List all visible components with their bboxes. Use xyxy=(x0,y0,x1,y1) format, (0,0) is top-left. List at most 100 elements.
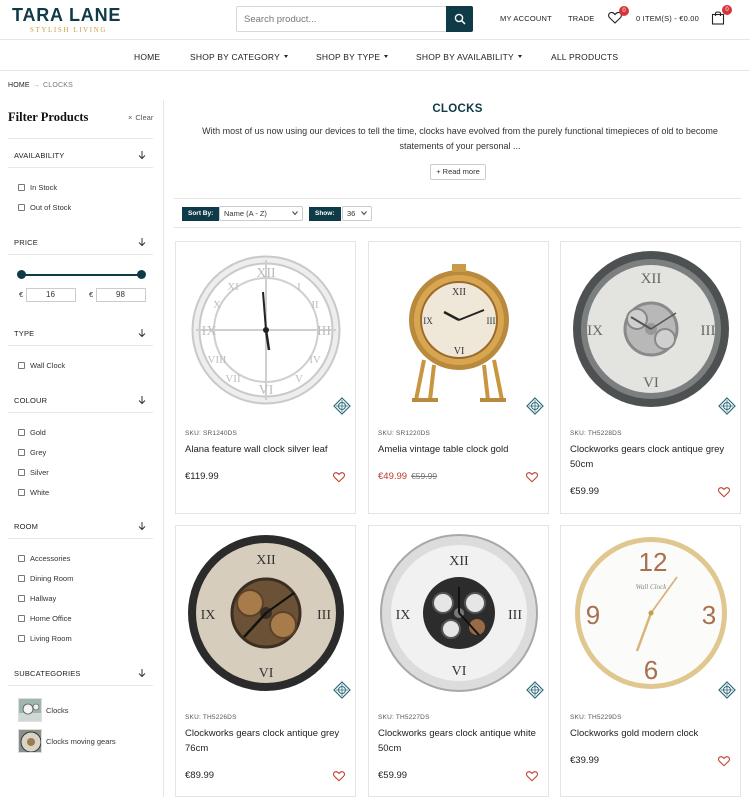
wishlist-heart-icon[interactable] xyxy=(718,486,730,498)
sort-select[interactable]: Name (A - Z) xyxy=(219,206,303,221)
filter-option-in-stock[interactable]: In Stock xyxy=(18,183,57,192)
checkbox[interactable] xyxy=(18,469,25,476)
option-label: Home Office xyxy=(30,614,72,623)
checkbox[interactable] xyxy=(18,449,25,456)
product-card[interactable]: XII III VI IX I II IV V VII VIII X XI SK… xyxy=(175,241,356,514)
product-image[interactable]: XII III VI IX I II IV V VII VIII X XI xyxy=(176,242,355,417)
product-image[interactable]: XII III VI IX xyxy=(369,526,548,701)
svg-text:VI: VI xyxy=(643,375,659,391)
svg-text:II: II xyxy=(311,299,319,311)
snowflake-badge-icon xyxy=(718,681,736,699)
currency-symbol: € xyxy=(89,290,94,299)
product-sku: SKU: TH5227DS xyxy=(378,714,430,721)
wishlist-heart-icon[interactable] xyxy=(718,755,730,767)
filter-option-accessories[interactable]: Accessories xyxy=(18,554,70,563)
filter-option-living-room[interactable]: Living Room xyxy=(18,634,72,643)
product-image[interactable]: 12 3 6 9 Wall Clock xyxy=(561,526,740,701)
filter-option-home-office[interactable]: Home Office xyxy=(18,614,72,623)
wishlist-heart-icon[interactable] xyxy=(333,471,345,483)
nav-shop-by-availability[interactable]: SHOP BY AVAILABILITY xyxy=(416,52,522,62)
price-heading[interactable]: PRICE xyxy=(14,238,38,247)
nav-home[interactable]: HOME xyxy=(134,52,160,62)
product-card[interactable]: 12 3 6 9 Wall Clock SKU: TH5229DS Clockw… xyxy=(560,525,741,797)
subcategory-clocks[interactable]: Clocks xyxy=(46,706,69,715)
wishlist-heart-icon[interactable] xyxy=(526,471,538,483)
product-name[interactable]: Alana feature wall clock silver leaf xyxy=(185,442,345,457)
arrow-down-icon[interactable] xyxy=(137,521,147,531)
product-image[interactable]: XII III VI IX xyxy=(561,242,740,417)
nav-all-products[interactable]: ALL PRODUCTS xyxy=(551,52,618,62)
product-card[interactable]: XII III VI IX SKU: TH5228DS Clockworks g… xyxy=(560,241,741,514)
product-name[interactable]: Clockworks gears clock antique grey 50cm xyxy=(570,442,730,472)
arrow-down-icon[interactable] xyxy=(137,150,147,160)
nav-shop-by-type[interactable]: SHOP BY TYPE xyxy=(316,52,389,62)
product-name[interactable]: Amelia vintage table clock gold xyxy=(378,442,538,457)
availability-heading[interactable]: AVAILABILITY xyxy=(14,151,64,160)
price-slider-max-handle[interactable] xyxy=(137,270,146,279)
subcategory-thumbnail[interactable] xyxy=(18,729,42,753)
search-input[interactable] xyxy=(237,7,445,31)
chevron-down-icon xyxy=(361,211,367,216)
search-button[interactable] xyxy=(446,6,473,32)
colour-heading[interactable]: COLOUR xyxy=(14,396,47,405)
nav-shop-by-category-label: SHOP BY CATEGORY xyxy=(190,52,280,62)
snowflake-badge-icon xyxy=(333,681,351,699)
product-image[interactable]: XII III VI IX xyxy=(176,526,355,701)
product-card[interactable]: XII III VI IX SKU: TH5226DS Clockworks g… xyxy=(175,525,356,797)
price-slider-track[interactable] xyxy=(21,274,142,276)
subcategories-heading[interactable]: SUBCATEGORIES xyxy=(14,669,81,678)
product-name[interactable]: Clockworks gold modern clock xyxy=(570,726,730,741)
trade-link[interactable]: TRADE xyxy=(568,14,594,23)
breadcrumb-home[interactable]: HOME xyxy=(8,82,30,89)
product-price: €59.99 xyxy=(378,770,407,781)
my-account-link[interactable]: MY ACCOUNT xyxy=(500,14,552,23)
checkbox[interactable] xyxy=(18,429,25,436)
nav-shop-by-category[interactable]: SHOP BY CATEGORY xyxy=(190,52,288,62)
show-value: 36 xyxy=(347,209,356,218)
show-select[interactable]: 36 xyxy=(342,206,372,221)
cart-summary[interactable]: 0 ITEM(S) - €0.00 xyxy=(636,14,699,23)
product-image[interactable]: XII III VI IX xyxy=(369,242,548,417)
product-card[interactable]: XII III VI IX SKU: TH5227DS Clockworks g… xyxy=(368,525,549,797)
svg-text:V: V xyxy=(295,373,303,385)
checkbox[interactable] xyxy=(18,489,25,496)
checkbox[interactable] xyxy=(18,362,25,369)
product-name[interactable]: Clockworks gears clock antique white 50c… xyxy=(378,726,538,756)
checkbox[interactable] xyxy=(18,555,25,562)
checkbox[interactable] xyxy=(18,204,25,211)
type-heading[interactable]: TYPE xyxy=(14,329,34,338)
subcategory-clocks-moving-gears[interactable]: Clocks moving gears xyxy=(46,737,116,746)
checkbox[interactable] xyxy=(18,184,25,191)
arrow-down-icon[interactable] xyxy=(137,395,147,405)
filter-option-wall-clock[interactable]: Wall Clock xyxy=(18,361,65,370)
checkbox[interactable] xyxy=(18,575,25,582)
subcategory-thumbnail[interactable] xyxy=(18,698,42,722)
clear-filters-button[interactable]: × Clear xyxy=(128,113,153,122)
price-slider-min-handle[interactable] xyxy=(17,270,26,279)
filter-option-gold[interactable]: Gold xyxy=(18,428,46,437)
filter-option-hallway[interactable]: Hallway xyxy=(18,594,56,603)
wishlist-heart-icon[interactable] xyxy=(333,770,345,782)
checkbox[interactable] xyxy=(18,615,25,622)
checkbox[interactable] xyxy=(18,595,25,602)
price-min-input[interactable]: 16 xyxy=(26,288,76,302)
divider xyxy=(8,167,153,168)
arrow-down-icon[interactable] xyxy=(137,668,147,678)
svg-text:III: III xyxy=(700,323,715,339)
product-card[interactable]: XII III VI IX SKU: SR1220DS Amelia vinta… xyxy=(368,241,549,514)
filter-option-dining-room[interactable]: Dining Room xyxy=(18,574,73,583)
close-icon: × xyxy=(128,113,133,122)
arrow-down-icon[interactable] xyxy=(137,328,147,338)
filter-option-silver[interactable]: Silver xyxy=(18,468,49,477)
site-logo[interactable]: TARA LANE STYLISH LIVING xyxy=(12,5,121,34)
filter-option-out-of-stock[interactable]: Out of Stock xyxy=(18,203,71,212)
read-more-button[interactable]: + Read more xyxy=(430,164,486,180)
product-name[interactable]: Clockworks gears clock antique grey 76cm xyxy=(185,726,345,756)
wishlist-heart-icon[interactable] xyxy=(526,770,538,782)
filter-option-white[interactable]: White xyxy=(18,488,49,497)
room-heading[interactable]: ROOM xyxy=(14,522,38,531)
price-max-input[interactable]: 98 xyxy=(96,288,146,302)
arrow-down-icon[interactable] xyxy=(137,237,147,247)
checkbox[interactable] xyxy=(18,635,25,642)
filter-option-grey[interactable]: Grey xyxy=(18,448,46,457)
